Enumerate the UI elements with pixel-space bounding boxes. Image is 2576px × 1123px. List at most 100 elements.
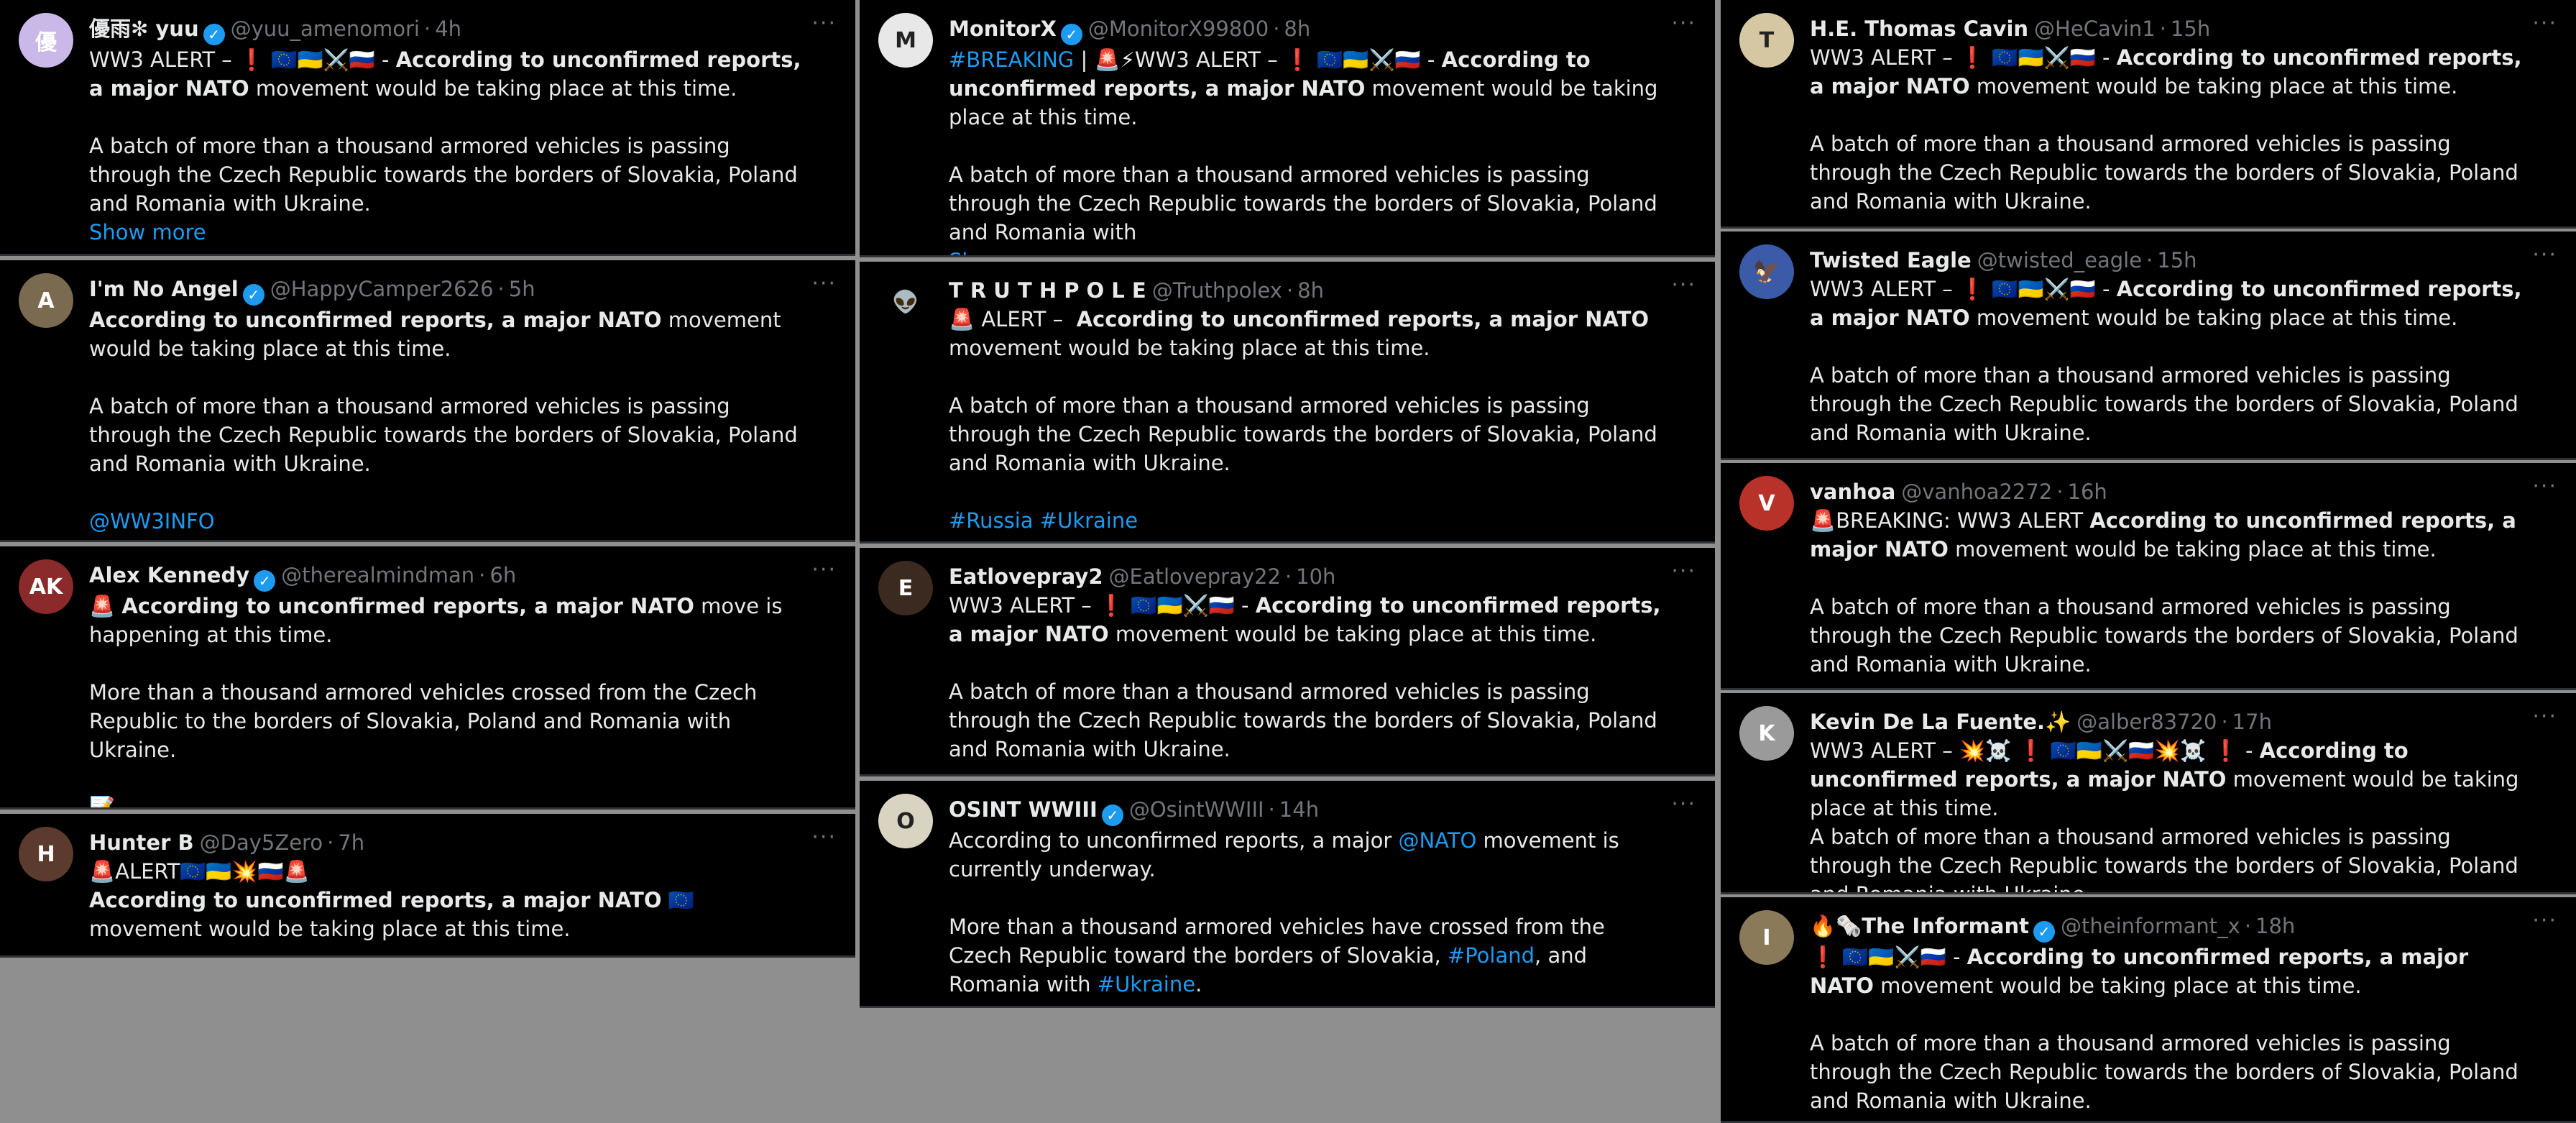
display-name[interactable]: I'm No Angel <box>89 277 239 301</box>
separator-dot: · <box>497 277 505 301</box>
tweet-link[interactable]: #Ukraine <box>1098 972 1195 996</box>
display-name[interactable]: T R U T H P O L E <box>949 278 1146 303</box>
user-handle[interactable]: @OsintWWIII <box>1129 797 1264 822</box>
tweet-link[interactable]: #BREAKING <box>949 47 1074 72</box>
timestamp[interactable]: 18h <box>2255 914 2295 938</box>
timestamp[interactable]: 4h <box>435 17 461 41</box>
text-segment: movement would be taking place at this t… <box>89 308 798 476</box>
more-options-icon[interactable]: ··· <box>2532 244 2557 266</box>
tweet-link[interactable]: @NATO <box>1398 828 1476 853</box>
tweet-card[interactable]: O OSINT WWIII ✓ @OsintWWIII · 14h ··· According… <box>860 781 1715 1008</box>
separator-dot: · <box>423 17 431 41</box>
tweet-card[interactable]: 優優雨✻ yuu ✓ @yuu_amenomori · 4h ··· WW3 ALERT –… <box>0 0 855 256</box>
display-name[interactable]: Eatlovepray2 <box>949 564 1103 589</box>
timestamp[interactable]: 15h <box>2157 248 2196 272</box>
user-handle[interactable]: @yuu_amenomori <box>231 17 420 41</box>
tweet-meta: @Truthpolex · 8h <box>1152 278 1324 303</box>
text-segment: ❗ 🇪🇺🇺🇦⚔️🇷🇺 - <box>1810 945 1967 969</box>
tweet-header: vanhoa @vanhoa2272 · 16h <box>1810 477 2533 506</box>
user-handle[interactable]: @twisted_eagle <box>1977 248 2142 272</box>
more-options-icon[interactable]: ··· <box>811 13 837 35</box>
show-more-link[interactable]: Show more <box>949 247 1672 255</box>
avatar[interactable]: V <box>1739 476 1794 531</box>
tweet-header: Kevin De La Fuente.✨ @alber83720 · 17h <box>1810 707 2533 736</box>
more-options-icon[interactable]: ··· <box>811 273 837 295</box>
avatar[interactable]: M <box>878 13 933 68</box>
timestamp[interactable]: 8h <box>1297 278 1324 303</box>
more-options-icon[interactable]: ··· <box>811 559 837 581</box>
avatar[interactable]: O <box>878 794 933 848</box>
user-handle[interactable]: @alber83720 <box>2076 710 2217 734</box>
tweet-link[interactable]: #Poland <box>1448 943 1535 968</box>
avatar[interactable]: 優 <box>19 13 73 68</box>
user-handle[interactable]: @HeCavin1 <box>2034 17 2156 41</box>
show-more-link[interactable]: Show more <box>89 218 812 247</box>
display-name[interactable]: Twisted Eagle <box>1810 248 1972 272</box>
timestamp[interactable]: 6h <box>489 563 516 587</box>
user-handle[interactable]: @Eatlovepray22 <box>1109 564 1281 589</box>
timestamp[interactable]: 10h <box>1296 564 1335 589</box>
tweet-meta: @vanhoa2272 · 16h <box>1901 480 2107 504</box>
separator-dot: · <box>2146 248 2153 272</box>
display-name[interactable]: MonitorX <box>949 17 1057 41</box>
more-options-icon[interactable]: ··· <box>1671 13 1696 35</box>
tweet-card[interactable]: H Hunter B @Day5Zero · 7h ··· 🚨ALERT🇪🇺🇺🇦💥🇷🇺🚨 A… <box>0 814 855 958</box>
tweet-card[interactable]: 👽 T R U T H P O L E @Truthpolex · 8h ··· 🚨 ALE… <box>860 262 1715 544</box>
user-handle[interactable]: @HappyCamper2626 <box>270 277 494 301</box>
more-options-icon[interactable]: ··· <box>1671 794 1696 815</box>
display-name[interactable]: vanhoa <box>1810 480 1895 504</box>
tweet-card[interactable]: Vvanhoa @vanhoa2272 · 16h ··· 🚨BREAKING: WW3 … <box>1721 463 2576 690</box>
avatar[interactable]: AK <box>19 559 73 614</box>
more-options-icon[interactable]: ··· <box>811 827 837 848</box>
tweet-card[interactable]: 🦅 Twisted Eagle @twisted_eagle · 15h ··· WW3 A… <box>1721 232 2576 460</box>
tweet-link[interactable]: #Russia #Ukraine <box>949 508 1138 533</box>
avatar[interactable]: T <box>1739 13 1794 68</box>
avatar[interactable]: E <box>878 561 933 615</box>
user-handle[interactable]: @Day5Zero <box>200 830 323 855</box>
timestamp[interactable]: 7h <box>338 830 364 855</box>
tweet-card[interactable]: AK Alex Kennedy ✓ @therealmindman · 6h ··· 🚨 Ac… <box>0 546 855 810</box>
tweet-card[interactable]: A I'm No Angel ✓ @HappyCamper2626 · 5h ··· Acco… <box>0 260 855 542</box>
display-name[interactable]: Alex Kennedy <box>89 563 249 587</box>
timestamp[interactable]: 17h <box>2232 710 2272 734</box>
display-name[interactable]: Kevin De La Fuente.✨ <box>1810 710 2071 734</box>
separator-dot: · <box>1268 797 1275 822</box>
tweet-meta: @HeCavin1 · 15h <box>2034 17 2210 41</box>
timestamp[interactable]: 5h <box>509 277 535 301</box>
more-options-icon[interactable]: ··· <box>2532 476 2557 498</box>
tweet-card[interactable]: M MonitorX ✓ @MonitorX99800 · 8h ··· #BREAKING … <box>860 0 1715 257</box>
user-handle[interactable]: @theinformant_x <box>2061 914 2240 938</box>
more-options-icon[interactable]: ··· <box>2532 706 2557 728</box>
tweet-text: According to unconfirmed reports, a majo… <box>89 306 812 536</box>
timestamp[interactable]: 14h <box>1279 797 1319 822</box>
timestamp[interactable]: 15h <box>2171 17 2210 41</box>
display-name[interactable]: OSINT WWIII <box>949 797 1098 822</box>
avatar[interactable]: A <box>19 273 73 328</box>
avatar[interactable]: H <box>19 827 73 881</box>
tweet-link[interactable]: @WW3INFO <box>89 509 215 533</box>
more-options-icon[interactable]: ··· <box>1671 275 1696 296</box>
more-options-icon[interactable]: ··· <box>2532 13 2557 35</box>
user-handle[interactable]: @Truthpolex <box>1152 278 1282 303</box>
avatar[interactable]: K <box>1739 706 1794 761</box>
more-options-icon[interactable]: ··· <box>2532 910 2557 932</box>
tweet-meta: @alber83720 · 17h <box>2076 710 2272 734</box>
display-name[interactable]: 🔥🗞️The Informant <box>1810 914 2029 938</box>
user-handle[interactable]: @MonitorX99800 <box>1088 17 1269 41</box>
more-options-icon[interactable]: ··· <box>1671 561 1696 582</box>
tweet-card[interactable]: K Kevin De La Fuente.✨ @alber83720 · 17h ··· W… <box>1721 693 2576 894</box>
tweet-card[interactable]: I 🔥🗞️The Informant ✓ @theinformant_x · 18h ···… <box>1721 897 2576 1123</box>
tweet-card[interactable]: T H.E. Thomas Cavin @HeCavin1 · 15h ··· WW3 AL… <box>1721 0 2576 229</box>
timestamp[interactable]: 8h <box>1284 17 1310 41</box>
tweet-card[interactable]: E Eatlovepray2 @Eatlovepray22 · 10h ··· WW3 AL… <box>860 548 1715 776</box>
display-name[interactable]: Hunter B <box>89 830 194 855</box>
avatar[interactable]: I <box>1739 910 1794 965</box>
avatar[interactable]: 🦅 <box>1739 244 1794 299</box>
user-handle[interactable]: @therealmindman <box>281 563 474 587</box>
user-handle[interactable]: @vanhoa2272 <box>1901 480 2052 504</box>
display-name[interactable]: 優雨✻ yuu <box>89 17 199 41</box>
avatar[interactable]: 👽 <box>878 275 933 329</box>
timestamp[interactable]: 16h <box>2068 480 2107 504</box>
text-segment: WW3 ALERT – ❗ 🇪🇺🇺🇦⚔️🇷🇺 - <box>89 47 396 72</box>
display-name[interactable]: H.E. Thomas Cavin <box>1810 17 2028 41</box>
